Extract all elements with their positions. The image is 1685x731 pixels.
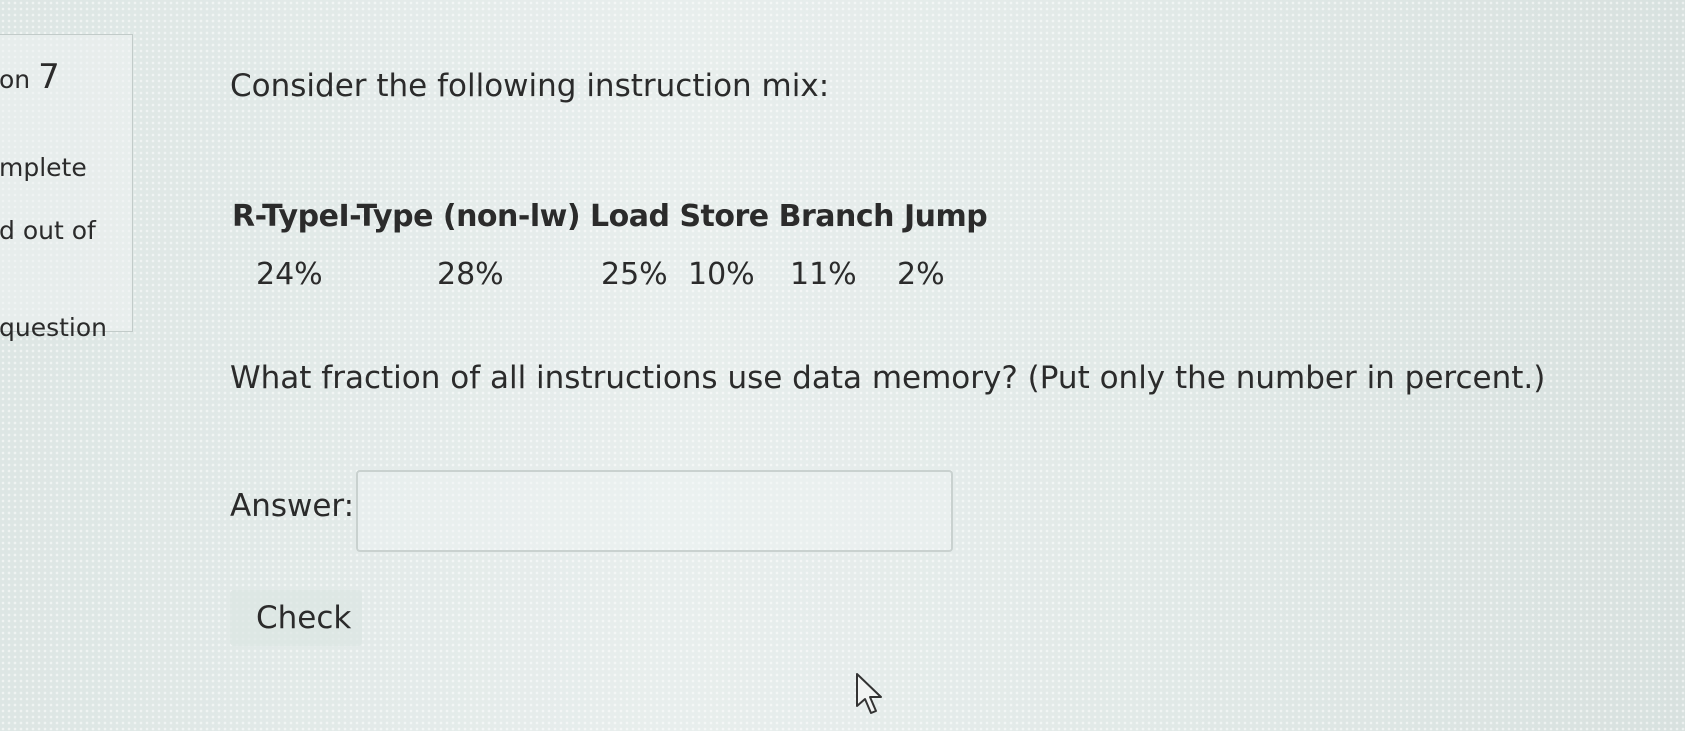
mix-value-load: 25%: [601, 257, 668, 292]
mix-value-r-type: 24%: [256, 257, 323, 292]
question-info-panel: on 7 mplete d out of question: [0, 34, 133, 342]
mix-value-i-type: 28%: [437, 257, 504, 292]
question-state: mplete: [0, 153, 87, 182]
question-number: on 7: [0, 57, 60, 97]
check-button[interactable]: Check: [230, 590, 362, 646]
mix-header-load: Load: [590, 199, 670, 234]
question-number-prefix: on: [0, 65, 31, 94]
question-number-value: 7: [38, 57, 60, 97]
mix-value-jump: 2%: [897, 257, 945, 292]
mix-header-r-type: R-Type: [232, 199, 339, 234]
mix-header-branch: Branch: [778, 199, 895, 234]
mouse-pointer-icon: [856, 673, 882, 714]
instruction-mix-header-row: R-TypeI-Type (non-lw) Load Store Branch …: [232, 199, 988, 234]
mix-header-i-type: I-Type (non-lw): [338, 199, 581, 234]
mix-value-branch: 11%: [790, 257, 857, 292]
question-intro: Consider the following instruction mix:: [230, 68, 830, 104]
question-mark: d out of: [0, 216, 96, 245]
mix-header-jump: Jump: [903, 199, 988, 234]
flag-question-link[interactable]: question: [0, 313, 107, 342]
mix-value-store: 10%: [688, 257, 755, 292]
question-prompt: What fraction of all instructions use da…: [230, 360, 1546, 396]
mix-header-store: Store: [679, 199, 769, 234]
answer-input[interactable]: [356, 470, 953, 552]
answer-label: Answer:: [230, 488, 355, 524]
